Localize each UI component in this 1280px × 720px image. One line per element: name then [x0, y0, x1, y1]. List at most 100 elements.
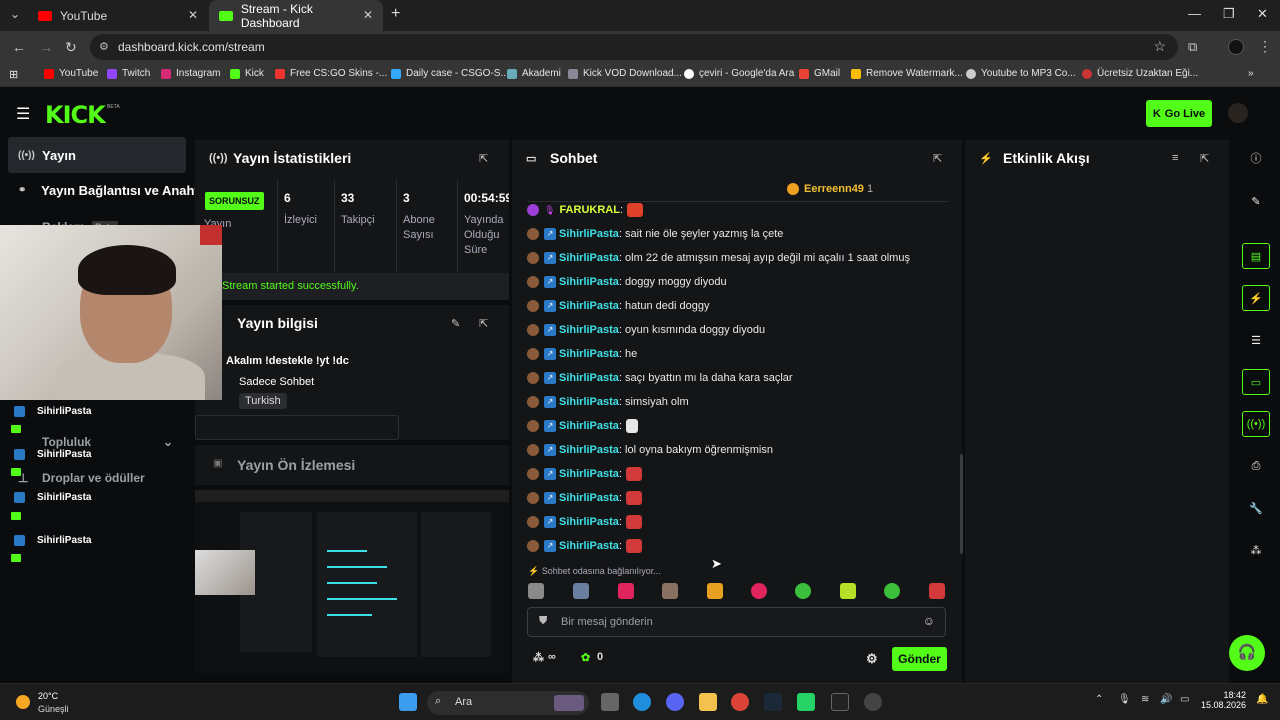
chat-username[interactable]: SihirliPasta	[559, 468, 619, 480]
list-icon[interactable]: ☰	[1242, 327, 1270, 353]
chat-username[interactable]: SihirliPasta	[559, 420, 619, 432]
battery-icon[interactable]: ▭	[1180, 694, 1189, 705]
edit-icon[interactable]: ✎	[451, 317, 460, 330]
pinned-sub-user[interactable]: Eerreenn49	[804, 183, 864, 195]
popout-icon[interactable]: ⇱	[479, 317, 488, 330]
minimize-icon[interactable]: —	[1188, 6, 1201, 21]
go-live-button[interactable]: K Go Live	[1146, 100, 1212, 127]
site-info-icon[interactable]: ⚙	[99, 40, 109, 53]
sidebar-item-yayin[interactable]: ((•)) Yayın	[8, 137, 186, 173]
windows-start-icon[interactable]	[399, 693, 417, 711]
back-icon[interactable]: ←	[12, 39, 26, 55]
hamburger-menu-icon[interactable]: ☰	[16, 104, 30, 124]
bookmark-daily-case[interactable]: Daily case - CSGO-S...	[391, 68, 509, 79]
users-icon[interactable]: ⁂	[533, 651, 544, 664]
sidebar-item-droplar[interactable]: Droplar ve ödüller	[42, 471, 145, 485]
sidebar-item-topluluk[interactable]: Topluluk	[42, 435, 91, 449]
chat-username[interactable]: SihirliPasta	[559, 324, 619, 336]
task-view-icon[interactable]	[601, 693, 619, 711]
bookmark-akademi[interactable]: Akademi	[507, 68, 561, 79]
browser-menu-icon[interactable]: ⋮	[1258, 38, 1272, 55]
notifications-icon[interactable]: 🔔	[1256, 694, 1268, 705]
info-field[interactable]	[195, 415, 399, 440]
chat-username[interactable]: SihirliPasta	[559, 492, 619, 504]
emote-icon[interactable]	[929, 583, 945, 599]
edge-icon[interactable]	[633, 693, 651, 711]
chat-username[interactable]: FARUKRAL	[559, 204, 620, 216]
apps-icon[interactable]: ⊞	[9, 68, 18, 81]
obs-icon[interactable]	[864, 693, 882, 711]
bookmark-kick-vod[interactable]: Kick VOD Download...	[568, 68, 682, 79]
filter-icon[interactable]: ≡	[1172, 152, 1178, 164]
popout-icon[interactable]: ⇱	[1200, 152, 1209, 165]
sun-icon[interactable]	[16, 695, 30, 709]
emote-icon[interactable]	[840, 583, 856, 599]
chat-username[interactable]: SihirliPasta	[559, 276, 619, 288]
close-tab-icon[interactable]: ✕	[188, 8, 198, 22]
chrome-icon[interactable]	[731, 693, 749, 711]
taskbar-search[interactable]: ⌕ Ara	[427, 691, 589, 715]
bookmark-ceviri[interactable]: çeviri - Google'da Ara	[684, 68, 794, 79]
window-close-icon[interactable]: ✕	[1257, 6, 1268, 22]
tray-chevron-icon[interactable]: ⌃	[1095, 694, 1103, 705]
tab-kick-dashboard[interactable]: Stream - Kick Dashboard ✕	[209, 0, 383, 31]
taskbar-clock[interactable]: 18:42 15.08.2026	[1200, 690, 1246, 710]
chat-scrollbar[interactable]	[960, 454, 963, 554]
wrench-icon[interactable]: 🔧	[1242, 495, 1270, 521]
extensions-icon[interactable]: ⧉	[1188, 39, 1197, 55]
popout-icon[interactable]: ⇱	[933, 152, 942, 165]
close-tab-icon[interactable]: ✕	[363, 8, 373, 22]
chat-username[interactable]: SihirliPasta	[559, 444, 619, 456]
printer-icon[interactable]: ⎙	[1242, 453, 1270, 479]
wifi-icon[interactable]: ≋	[1141, 694, 1149, 705]
chat-username[interactable]: SihirliPasta	[559, 252, 619, 264]
chat-message-input[interactable]: ⛊ Bir mesaj gönderin ☺	[527, 607, 946, 637]
edit-icon[interactable]: ✎	[1242, 188, 1270, 214]
discord-icon[interactable]	[666, 693, 684, 711]
more-bookmarks-icon[interactable]: »	[1248, 68, 1254, 79]
chat-username[interactable]: SihirliPasta	[559, 228, 619, 240]
bookmark-uzaktan-egitim[interactable]: Ücretsiz Uzaktan Eği...	[1082, 68, 1198, 79]
help-headset-button[interactable]: 🎧	[1229, 635, 1265, 671]
epic-games-icon[interactable]	[831, 693, 849, 711]
emote-icon[interactable]	[618, 583, 634, 599]
stream-preview-video[interactable]	[195, 490, 509, 673]
new-tab-icon[interactable]: +	[391, 5, 400, 23]
profile-avatar[interactable]	[1228, 39, 1244, 55]
stats-widget-icon[interactable]: ▤	[1242, 243, 1270, 269]
activity-widget-icon[interactable]: ⚡	[1242, 285, 1270, 311]
emote-icon[interactable]	[707, 583, 723, 599]
bookmark-kick[interactable]: Kick	[230, 68, 264, 79]
emote-icon[interactable]	[528, 583, 544, 599]
bookmark-remove-watermark[interactable]: Remove Watermark...	[851, 68, 963, 79]
bookmark-gmail[interactable]: GMail	[799, 68, 840, 79]
emote-icon[interactable]	[662, 583, 678, 599]
whatsapp-icon[interactable]	[797, 693, 815, 711]
reload-icon[interactable]: ↻	[65, 39, 77, 56]
chat-username[interactable]: SihirliPasta	[559, 348, 619, 360]
emote-icon[interactable]	[751, 583, 767, 599]
bookmark-youtube[interactable]: YouTube	[44, 68, 98, 79]
share-icon[interactable]: ⁂	[1242, 537, 1270, 563]
emoji-picker-icon[interactable]: ☺	[923, 614, 935, 628]
sidebar-item-stream-key[interactable]: ⚭ Yayın Bağlantısı ve Anahtar	[8, 172, 198, 208]
volume-icon[interactable]: 🔊	[1160, 694, 1172, 705]
kick-logo[interactable]: KICK	[45, 101, 106, 129]
chat-username[interactable]: SihirliPasta	[559, 396, 619, 408]
broadcast-widget-icon[interactable]: ((•))	[1242, 411, 1270, 437]
emote-icon[interactable]	[884, 583, 900, 599]
steam-icon[interactable]	[764, 693, 782, 711]
chat-username[interactable]: SihirliPasta	[559, 300, 619, 312]
language-tag[interactable]: Turkish	[239, 393, 287, 409]
tab-youtube[interactable]: YouTube ✕	[28, 0, 208, 31]
send-button[interactable]: Gönder	[892, 647, 947, 671]
microphone-icon[interactable]: 🎙	[1118, 694, 1131, 705]
bookmark-instagram[interactable]: Instagram	[161, 68, 220, 79]
url-bar[interactable]: ⚙ dashboard.kick.com/stream ☆	[90, 34, 1178, 60]
forward-icon[interactable]: →	[39, 39, 53, 55]
chat-widget-icon[interactable]: ▭	[1242, 369, 1270, 395]
bookmark-csgo-skins[interactable]: Free CS:GO Skins -...	[275, 68, 387, 79]
bookmark-star-icon[interactable]: ☆	[1153, 38, 1166, 55]
user-avatar[interactable]	[1228, 103, 1248, 123]
bookmark-yt-mp3[interactable]: Youtube to MP3 Co...	[966, 68, 1076, 79]
